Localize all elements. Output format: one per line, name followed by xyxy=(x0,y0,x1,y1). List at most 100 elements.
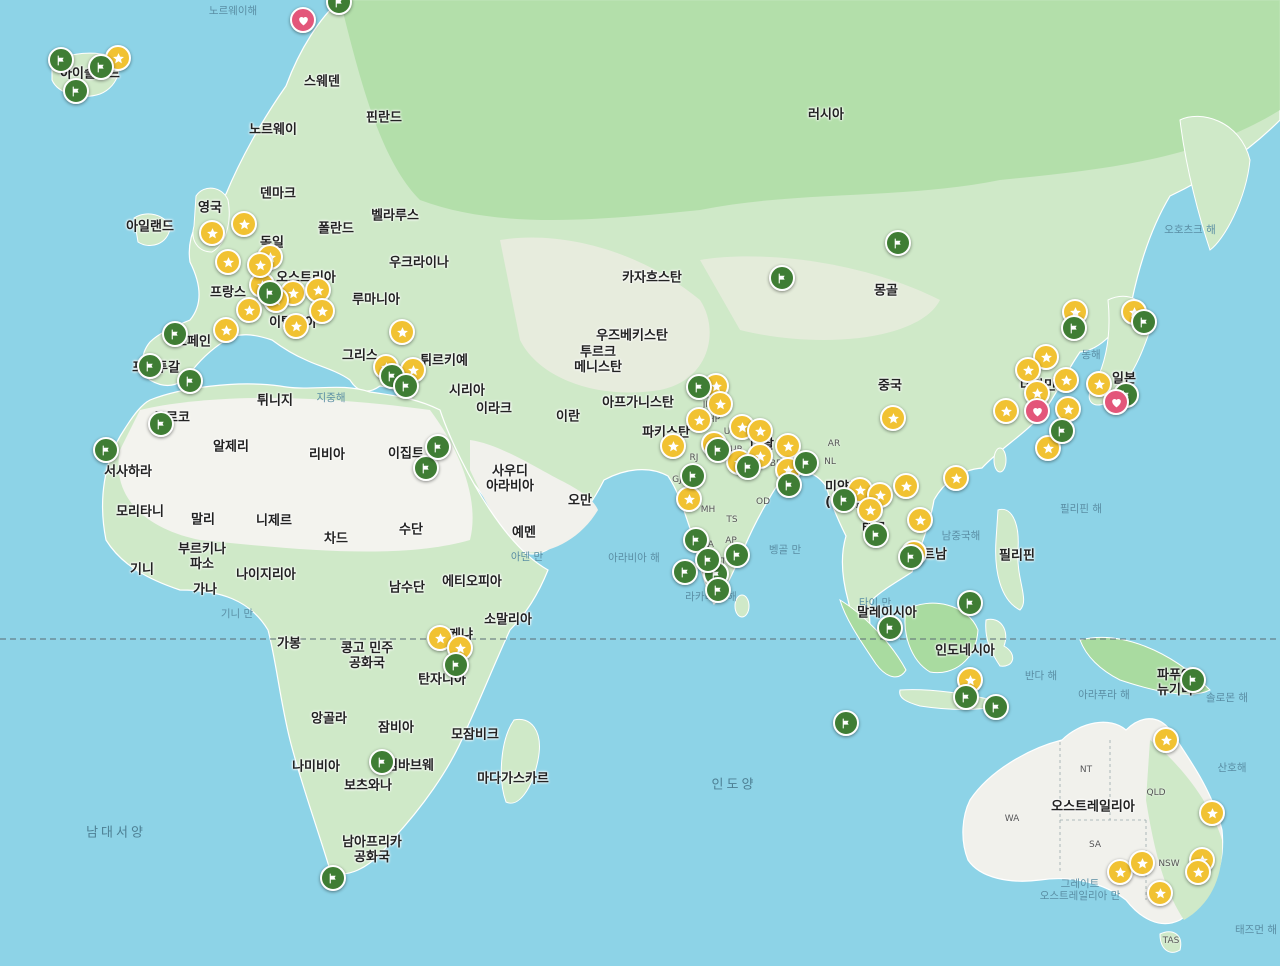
star-marker[interactable] xyxy=(747,418,773,444)
star-marker[interactable] xyxy=(880,405,906,431)
flag-marker[interactable] xyxy=(425,434,451,460)
flag-marker[interactable] xyxy=(793,450,819,476)
flag-marker[interactable] xyxy=(443,652,469,678)
star-marker[interactable] xyxy=(247,252,273,278)
heart-marker[interactable] xyxy=(290,7,316,33)
flag-marker[interactable] xyxy=(1180,667,1206,693)
flag-marker[interactable] xyxy=(177,368,203,394)
flag-icon xyxy=(144,360,157,373)
flag-marker[interactable] xyxy=(680,463,706,489)
flag-marker[interactable] xyxy=(393,373,419,399)
flag-marker[interactable] xyxy=(1049,418,1075,444)
flag-marker[interactable] xyxy=(863,522,889,548)
star-icon xyxy=(693,414,706,427)
star-marker[interactable] xyxy=(707,391,733,417)
flag-icon xyxy=(1056,425,1069,438)
flag-marker[interactable] xyxy=(257,280,283,306)
star-marker[interactable] xyxy=(1199,800,1225,826)
flag-marker[interactable] xyxy=(695,547,721,573)
flag-icon xyxy=(169,328,182,341)
flag-icon xyxy=(690,534,703,547)
star-marker[interactable] xyxy=(1147,880,1173,906)
heart-marker[interactable] xyxy=(1103,389,1129,415)
flag-marker[interactable] xyxy=(953,684,979,710)
country-label: 차드 xyxy=(324,531,348,547)
star-marker[interactable] xyxy=(309,298,335,324)
flag-icon xyxy=(892,237,905,250)
flag-marker[interactable] xyxy=(686,374,712,400)
flag-icon xyxy=(679,566,692,579)
region-label: OD xyxy=(755,496,771,507)
flag-marker[interactable] xyxy=(705,577,731,603)
flag-marker[interactable] xyxy=(148,411,174,437)
country-label: 그리스 xyxy=(342,348,378,364)
flag-marker[interactable] xyxy=(833,710,859,736)
flag-marker[interactable] xyxy=(735,454,761,480)
flag-marker[interactable] xyxy=(898,544,924,570)
star-marker[interactable] xyxy=(231,211,257,237)
world-map[interactable]: 아이슬란드스웨덴핀란드노르웨이러시아덴마크영국아일랜드독일폴란드벨라루스우크라이… xyxy=(0,0,1280,966)
flag-marker[interactable] xyxy=(877,615,903,641)
star-marker[interactable] xyxy=(686,407,712,433)
star-marker[interactable] xyxy=(893,473,919,499)
flag-marker[interactable] xyxy=(88,54,114,80)
flag-marker[interactable] xyxy=(831,487,857,513)
flag-marker[interactable] xyxy=(320,865,346,891)
star-marker[interactable] xyxy=(213,317,239,343)
star-marker[interactable] xyxy=(283,313,309,339)
country-label: 벨라루스 xyxy=(371,208,419,224)
country-label: 투르크 메니스탄 xyxy=(574,345,622,375)
flag-marker[interactable] xyxy=(93,437,119,463)
star-marker[interactable] xyxy=(907,507,933,533)
flag-icon xyxy=(905,551,918,564)
region-label: TS xyxy=(726,514,738,525)
star-marker[interactable] xyxy=(1153,727,1179,753)
star-marker[interactable] xyxy=(857,497,883,523)
star-marker[interactable] xyxy=(1053,367,1079,393)
star-marker[interactable] xyxy=(943,465,969,491)
flag-icon xyxy=(870,529,883,542)
sea-label: 노르웨이해 xyxy=(208,4,258,17)
flag-marker[interactable] xyxy=(48,47,74,73)
flag-icon xyxy=(800,457,813,470)
flag-icon xyxy=(1068,322,1081,335)
star-marker[interactable] xyxy=(993,398,1019,424)
star-marker[interactable] xyxy=(215,249,241,275)
flag-icon xyxy=(420,462,433,475)
flag-marker[interactable] xyxy=(724,542,750,568)
star-icon xyxy=(1160,734,1173,747)
heart-icon xyxy=(297,14,310,27)
flag-marker[interactable] xyxy=(705,437,731,463)
star-marker[interactable] xyxy=(1129,850,1155,876)
star-icon xyxy=(1062,403,1075,416)
flag-marker[interactable] xyxy=(369,749,395,775)
flag-icon xyxy=(432,441,445,454)
heart-marker[interactable] xyxy=(1024,398,1050,424)
country-label: 튀니지 xyxy=(257,393,293,409)
flag-marker[interactable] xyxy=(1131,309,1157,335)
star-marker[interactable] xyxy=(676,486,702,512)
star-marker[interactable] xyxy=(389,319,415,345)
flag-icon xyxy=(1187,674,1200,687)
flag-marker[interactable] xyxy=(885,230,911,256)
flag-marker[interactable] xyxy=(63,78,89,104)
country-label: 예멘 xyxy=(512,525,536,541)
flag-marker[interactable] xyxy=(1061,315,1087,341)
flag-marker[interactable] xyxy=(776,472,802,498)
star-marker[interactable] xyxy=(236,297,262,323)
star-icon xyxy=(220,324,233,337)
star-marker[interactable] xyxy=(660,433,686,459)
star-icon xyxy=(254,259,267,272)
map-base-layer xyxy=(0,0,1280,966)
flag-marker[interactable] xyxy=(672,559,698,585)
flag-marker[interactable] xyxy=(137,353,163,379)
flag-marker[interactable] xyxy=(983,694,1009,720)
country-label: 말리 xyxy=(191,512,215,528)
flag-marker[interactable] xyxy=(957,590,983,616)
star-icon xyxy=(1040,351,1053,364)
flag-marker[interactable] xyxy=(162,321,188,347)
star-marker[interactable] xyxy=(1185,859,1211,885)
star-icon xyxy=(316,305,329,318)
star-marker[interactable] xyxy=(199,220,225,246)
flag-marker[interactable] xyxy=(769,265,795,291)
